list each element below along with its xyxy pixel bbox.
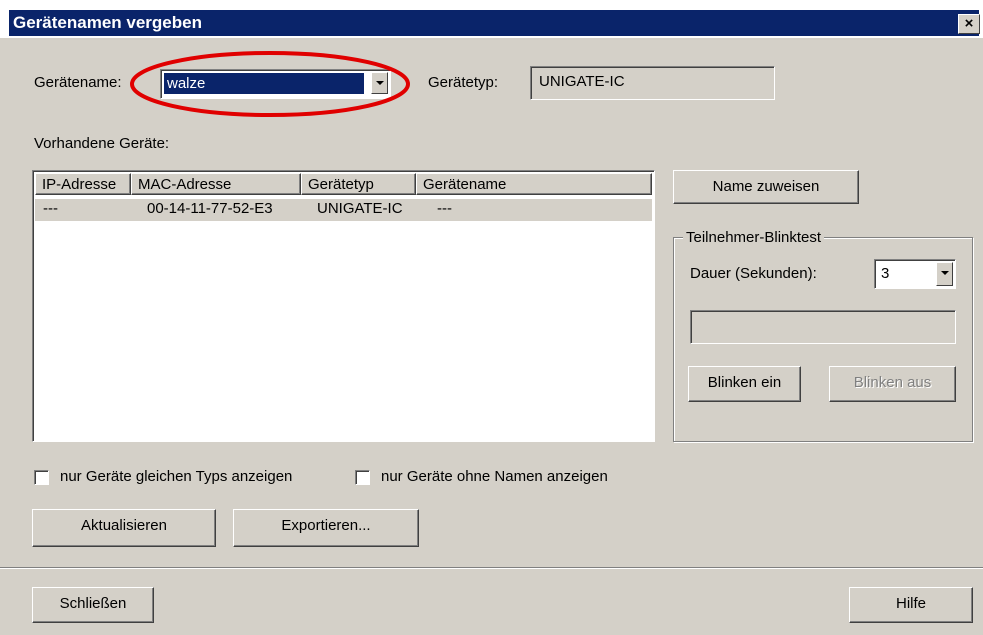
same-type-checkbox[interactable] <box>34 470 49 485</box>
column-ip-address[interactable]: IP-Adresse <box>35 173 131 195</box>
duration-combobox[interactable]: 3 <box>874 259 956 289</box>
row-device-type: UNIGATE-IC <box>317 200 403 217</box>
row-device-name: --- <box>437 200 452 217</box>
assign-name-button[interactable]: Name zuweisen <box>673 170 859 204</box>
window-title: Gerätenamen vergeben <box>9 10 979 36</box>
without-name-checkbox[interactable] <box>355 470 370 485</box>
separator-highlight <box>0 568 983 569</box>
export-button[interactable]: Exportieren... <box>233 509 419 547</box>
chevron-down-icon[interactable] <box>936 262 953 286</box>
help-button[interactable]: Hilfe <box>849 587 973 623</box>
title-bar: Gerätenamen vergeben <box>0 0 983 38</box>
blink-off-button[interactable]: Blinken aus <box>829 366 956 402</box>
column-device-name[interactable]: Gerätename <box>416 173 652 195</box>
duration-label: Dauer (Sekunden): <box>690 265 817 282</box>
blink-test-legend: Teilnehmer-Blinktest <box>683 229 825 247</box>
blink-status-field <box>690 310 956 344</box>
table-row[interactable]: --- 00-14-11-77-52-E3 UNIGATE-IC --- <box>35 199 652 221</box>
blink-on-button[interactable]: Blinken ein <box>688 366 801 402</box>
devices-list-header: IP-Adresse MAC-Adresse Gerätetyp Geräten… <box>35 173 652 197</box>
without-name-label[interactable]: nur Geräte ohne Namen anzeigen <box>381 468 608 486</box>
column-mac-address[interactable]: MAC-Adresse <box>131 173 301 195</box>
duration-value: 3 <box>881 265 890 282</box>
close-button[interactable]: Schließen <box>32 587 154 623</box>
column-device-type[interactable]: Gerätetyp <box>301 173 416 195</box>
same-type-label[interactable]: nur Geräte gleichen Typs anzeigen <box>60 468 292 486</box>
devices-list[interactable]: IP-Adresse MAC-Adresse Gerätetyp Geräten… <box>32 170 655 442</box>
device-type-label: Gerätetyp: <box>428 74 499 91</box>
row-ip-address: --- <box>43 200 58 217</box>
row-mac-address: 00-14-11-77-52-E3 <box>147 200 273 217</box>
device-name-label: Gerätename: <box>34 74 122 91</box>
existing-devices-label: Vorhandene Geräte: <box>34 135 170 152</box>
close-icon[interactable]: × <box>958 14 980 34</box>
device-type-field: UNIGATE-IC <box>530 66 775 100</box>
refresh-button[interactable]: Aktualisieren <box>32 509 216 547</box>
highlight-ellipse <box>130 51 410 117</box>
